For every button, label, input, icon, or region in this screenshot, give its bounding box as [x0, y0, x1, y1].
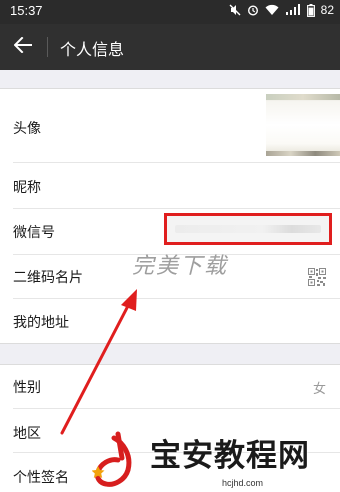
watermark-text: 完美下载: [132, 254, 229, 279]
row-label: 头像: [13, 121, 41, 137]
app-bar: 个人信息: [0, 24, 340, 70]
brand-name: 宝安教程网: [150, 438, 310, 474]
row-nickname[interactable]: 昵称: [0, 163, 340, 209]
row-label: 微信号: [13, 225, 55, 241]
battery-icon: [306, 3, 315, 17]
avatar-top-strip: [266, 94, 340, 100]
avatar-bottom-strip: [266, 151, 340, 156]
section-gap: [0, 344, 340, 364]
back-button[interactable]: [8, 32, 38, 62]
status-icons: 82: [229, 3, 334, 17]
alarm-icon: [247, 4, 259, 16]
wifi-icon: [265, 4, 279, 16]
row-label: 二维码名片: [13, 270, 83, 286]
battery-level: 82: [320, 3, 334, 17]
app-bar-divider: [47, 37, 48, 57]
wechat-id-highlight[interactable]: [164, 213, 332, 245]
signal-icon: [285, 4, 301, 16]
row-gender[interactable]: 性别 女: [0, 365, 340, 409]
row-label: 性别: [13, 380, 41, 396]
section-gap: [0, 70, 340, 88]
brand-logo: [91, 428, 150, 492]
back-arrow-icon: [13, 36, 32, 57]
row-label: 我的地址: [13, 315, 69, 331]
avatar[interactable]: [266, 94, 340, 156]
brand-overlay: 宝安教程网 hcjhd.com: [91, 426, 340, 492]
page-title: 个人信息: [60, 40, 125, 59]
row-label: 地区: [13, 426, 41, 442]
wechat-id-value: [175, 225, 321, 233]
brand-url: hcjhd.com: [222, 478, 264, 488]
mute-icon: [229, 4, 241, 16]
row-label: 个性签名: [13, 470, 69, 486]
row-value: 女: [312, 382, 326, 397]
qr-code-icon: [308, 268, 326, 290]
row-label: 昵称: [13, 180, 41, 196]
row-my-address[interactable]: 我的地址: [0, 299, 340, 345]
status-time: 15:37: [10, 3, 43, 18]
status-bar: 15:37 82: [0, 0, 340, 24]
